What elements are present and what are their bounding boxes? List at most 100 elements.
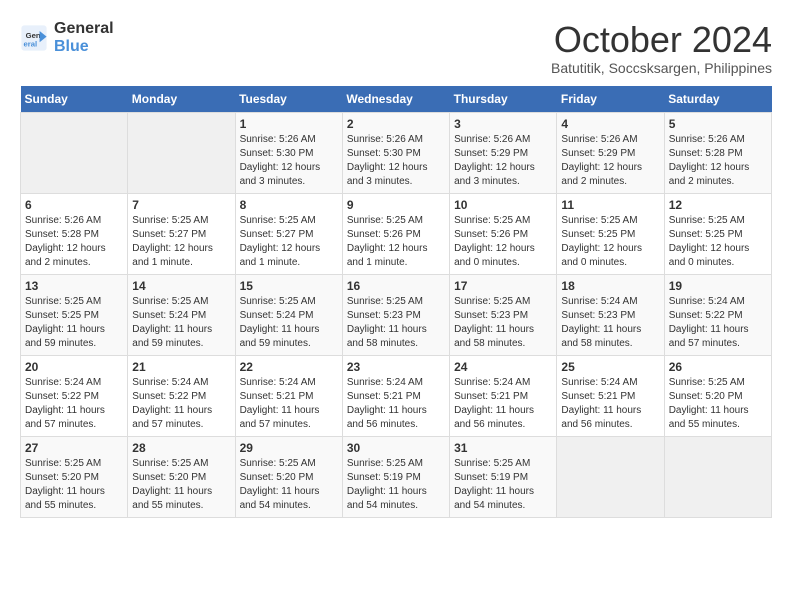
day-info: Sunrise: 5:26 AM Sunset: 5:28 PM Dayligh… [669,133,767,189]
weekday-header: Saturday [664,86,771,113]
day-info: Sunrise: 5:24 AM Sunset: 5:22 PM Dayligh… [25,376,123,432]
svg-text:Gen: Gen [26,31,41,40]
calendar-cell: 21 Sunrise: 5:24 AM Sunset: 5:22 PM Dayli… [128,355,235,436]
calendar-cell: 6Sunrise: 5:26 AM Sunset: 5:28 PM Daylig… [21,193,128,274]
calendar-cell: 24 Sunrise: 5:24 AM Sunset: 5:21 PM Dayli… [450,355,557,436]
day-info: Sunrise: 5:26 AM Sunset: 5:29 PM Dayligh… [454,133,552,189]
day-info: Sunrise: 5:25 AM Sunset: 5:20 PM Dayligh… [132,457,230,513]
weekday-header: Thursday [450,86,557,113]
day-info: Sunrise: 5:24 AM Sunset: 5:23 PM Dayligh… [561,295,659,351]
day-number: 26 [669,360,767,374]
calendar-cell: 17 Sunrise: 5:25 AM Sunset: 5:23 PM Dayli… [450,274,557,355]
day-info: Sunrise: 5:24 AM Sunset: 5:21 PM Dayligh… [561,376,659,432]
day-number: 10 [454,198,552,212]
day-number: 31 [454,441,552,455]
day-info: Sunrise: 5:24 AM Sunset: 5:21 PM Dayligh… [240,376,338,432]
weekday-header: Tuesday [235,86,342,113]
calendar-cell: 3 Sunrise: 5:26 AM Sunset: 5:29 PM Daylig… [450,112,557,193]
day-number: 16 [347,279,445,293]
logo: Gen eral General Blue [20,20,114,55]
weekday-header: Sunday [21,86,128,113]
day-number: 29 [240,441,338,455]
weekday-header: Friday [557,86,664,113]
day-number: 5 [669,117,767,131]
day-info: Sunrise: 5:25 AM Sunset: 5:20 PM Dayligh… [669,376,767,432]
day-info: Sunrise: 5:25 AM Sunset: 5:27 PM Dayligh… [240,214,338,270]
weekday-header: Wednesday [342,86,449,113]
day-number: 27 [25,441,123,455]
day-number: 25 [561,360,659,374]
day-number: 9 [347,198,445,212]
weekday-header: Monday [128,86,235,113]
day-number: 23 [347,360,445,374]
calendar-cell [557,436,664,517]
day-info: Sunrise: 5:25 AM Sunset: 5:24 PM Dayligh… [240,295,338,351]
day-info: Sunrise: 5:25 AM Sunset: 5:20 PM Dayligh… [240,457,338,513]
day-info: Sunrise: 5:26 AM Sunset: 5:30 PM Dayligh… [347,133,445,189]
day-info: Sunrise: 5:26 AM Sunset: 5:29 PM Dayligh… [561,133,659,189]
day-number: 3 [454,117,552,131]
day-number: 17 [454,279,552,293]
calendar-week-row: 6Sunrise: 5:26 AM Sunset: 5:28 PM Daylig… [21,193,772,274]
day-info: Sunrise: 5:26 AM Sunset: 5:30 PM Dayligh… [240,133,338,189]
calendar-cell: 8 Sunrise: 5:25 AM Sunset: 5:27 PM Daylig… [235,193,342,274]
day-number: 12 [669,198,767,212]
day-number: 19 [669,279,767,293]
day-number: 20 [25,360,123,374]
calendar-cell: 11 Sunrise: 5:25 AM Sunset: 5:25 PM Dayli… [557,193,664,274]
day-number: 30 [347,441,445,455]
day-info: Sunrise: 5:25 AM Sunset: 5:26 PM Dayligh… [454,214,552,270]
logo-text-line1: General [54,20,114,38]
calendar-cell [21,112,128,193]
day-info: Sunrise: 5:25 AM Sunset: 5:19 PM Dayligh… [454,457,552,513]
calendar-cell: 9 Sunrise: 5:25 AM Sunset: 5:26 PM Daylig… [342,193,449,274]
calendar-cell: 4Sunrise: 5:26 AM Sunset: 5:29 PM Daylig… [557,112,664,193]
day-number: 2 [347,117,445,131]
day-info: Sunrise: 5:25 AM Sunset: 5:19 PM Dayligh… [347,457,445,513]
day-number: 24 [454,360,552,374]
day-number: 14 [132,279,230,293]
calendar-cell: 18 Sunrise: 5:24 AM Sunset: 5:23 PM Dayli… [557,274,664,355]
day-info: Sunrise: 5:25 AM Sunset: 5:27 PM Dayligh… [132,214,230,270]
day-info: Sunrise: 5:25 AM Sunset: 5:23 PM Dayligh… [454,295,552,351]
day-number: 15 [240,279,338,293]
calendar-cell: 10 Sunrise: 5:25 AM Sunset: 5:26 PM Dayli… [450,193,557,274]
day-info: Sunrise: 5:24 AM Sunset: 5:21 PM Dayligh… [347,376,445,432]
calendar-cell [664,436,771,517]
day-info: Sunrise: 5:25 AM Sunset: 5:26 PM Dayligh… [347,214,445,270]
calendar-cell: 7Sunrise: 5:25 AM Sunset: 5:27 PM Daylig… [128,193,235,274]
day-info: Sunrise: 5:25 AM Sunset: 5:23 PM Dayligh… [347,295,445,351]
day-number: 22 [240,360,338,374]
day-info: Sunrise: 5:24 AM Sunset: 5:22 PM Dayligh… [132,376,230,432]
day-number: 21 [132,360,230,374]
calendar-cell: 20 Sunrise: 5:24 AM Sunset: 5:22 PM Dayli… [21,355,128,436]
logo-icon: Gen eral [20,24,48,52]
location-subtitle: Batutitik, Soccsksargen, Philippines [551,60,772,76]
logo-text-line2: Blue [54,38,114,56]
day-info: Sunrise: 5:24 AM Sunset: 5:22 PM Dayligh… [669,295,767,351]
calendar-cell: 26 Sunrise: 5:25 AM Sunset: 5:20 PM Dayli… [664,355,771,436]
svg-text:eral: eral [24,39,38,48]
day-info: Sunrise: 5:25 AM Sunset: 5:25 PM Dayligh… [561,214,659,270]
day-number: 18 [561,279,659,293]
calendar-cell: 23 Sunrise: 5:24 AM Sunset: 5:21 PM Dayli… [342,355,449,436]
day-info: Sunrise: 5:24 AM Sunset: 5:21 PM Dayligh… [454,376,552,432]
calendar-cell: 12Sunrise: 5:25 AM Sunset: 5:25 PM Dayli… [664,193,771,274]
calendar-week-row: 20 Sunrise: 5:24 AM Sunset: 5:22 PM Dayli… [21,355,772,436]
calendar-cell: 22 Sunrise: 5:24 AM Sunset: 5:21 PM Dayli… [235,355,342,436]
title-block: October 2024 Batutitik, Soccsksargen, Ph… [551,20,772,76]
calendar-cell: 30 Sunrise: 5:25 AM Sunset: 5:19 PM Dayli… [342,436,449,517]
day-number: 13 [25,279,123,293]
day-info: Sunrise: 5:26 AM Sunset: 5:28 PM Dayligh… [25,214,123,270]
day-number: 8 [240,198,338,212]
day-info: Sunrise: 5:25 AM Sunset: 5:25 PM Dayligh… [25,295,123,351]
calendar-cell: 27 Sunrise: 5:25 AM Sunset: 5:20 PM Dayli… [21,436,128,517]
calendar-week-row: 1Sunrise: 5:26 AM Sunset: 5:30 PM Daylig… [21,112,772,193]
day-info: Sunrise: 5:25 AM Sunset: 5:20 PM Dayligh… [25,457,123,513]
day-number: 11 [561,198,659,212]
page-header: Gen eral General Blue October 2024 Batut… [20,20,772,76]
calendar-cell [128,112,235,193]
calendar-week-row: 13 Sunrise: 5:25 AM Sunset: 5:25 PM Dayli… [21,274,772,355]
calendar-cell: 16 Sunrise: 5:25 AM Sunset: 5:23 PM Dayli… [342,274,449,355]
day-number: 28 [132,441,230,455]
